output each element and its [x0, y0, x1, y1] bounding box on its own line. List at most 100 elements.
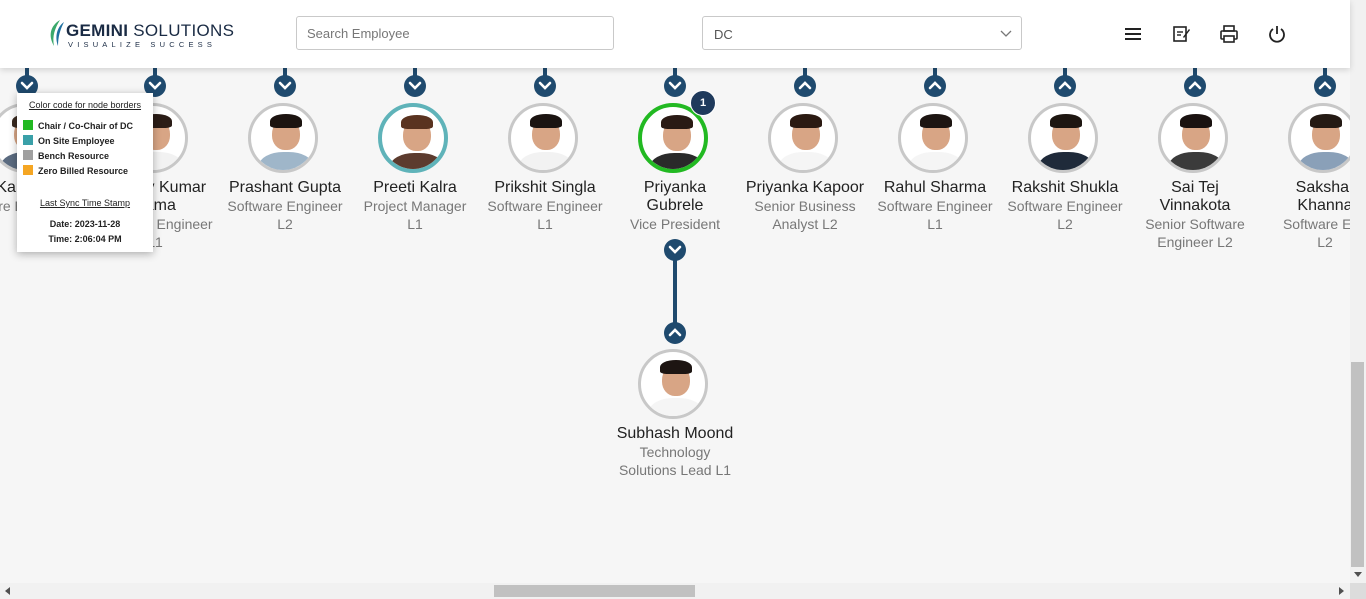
department-select-value: DC: [714, 27, 733, 42]
vertical-scrollbar-thumb[interactable]: [1351, 362, 1364, 567]
avatar-hair: [920, 114, 952, 128]
expand-toggle[interactable]: [534, 75, 556, 97]
employee-title: Engineer L2: [1157, 234, 1233, 250]
employee-avatar[interactable]: [768, 103, 838, 173]
employee-name: Vinnakota: [1159, 197, 1231, 214]
chevron-down-icon: [668, 245, 682, 254]
legend-swatch: [23, 150, 33, 160]
chevron-down-icon: [408, 81, 422, 90]
chevron-down-icon: [20, 81, 34, 90]
avatar-shirt: [1299, 152, 1353, 170]
avatar-hair: [270, 114, 302, 128]
collapse-toggle[interactable]: [664, 322, 686, 344]
expand-toggle[interactable]: [664, 239, 686, 261]
collapse-toggle[interactable]: [794, 75, 816, 97]
employee-title: Vice President: [629, 216, 720, 232]
employee-avatar[interactable]: [508, 103, 578, 173]
avatar-shirt: [1039, 152, 1093, 170]
employee-avatar[interactable]: [1028, 103, 1098, 173]
sync-time: Time: 2:06:04 PM: [48, 234, 122, 244]
chevron-up-icon: [668, 328, 682, 337]
legend-swatch: [23, 165, 33, 175]
employee-title: Software Engineer: [877, 198, 993, 214]
logo-name: GEMINI SOLUTIONS: [66, 21, 235, 40]
avatar-hair: [661, 115, 693, 129]
employee-title: Analyst L2: [772, 216, 838, 232]
search-employee-input[interactable]: [296, 16, 614, 50]
employee-name: Subhash Moond: [616, 425, 734, 442]
avatar-shirt: [779, 152, 833, 170]
employee-name: Gubrele: [646, 197, 704, 214]
collapse-toggle[interactable]: [1314, 75, 1336, 97]
employee-title: Senior Software: [1145, 216, 1245, 232]
collapse-toggle[interactable]: [924, 75, 946, 97]
org-chart-page: n Kankarwalvare EngineerPranav KumarSama…: [0, 0, 1366, 599]
department-select[interactable]: DC: [702, 16, 1022, 50]
employee-title: L1: [927, 216, 943, 232]
collapse-toggle[interactable]: [1184, 75, 1206, 97]
scroll-left-arrow-icon[interactable]: [4, 587, 12, 595]
employee-avatar[interactable]: [248, 103, 318, 173]
chevron-up-icon: [798, 81, 812, 90]
employee-title: Solutions Lead L1: [618, 462, 732, 478]
employee-title: Software Engineer: [227, 198, 343, 214]
employee-title: Technology: [639, 444, 711, 460]
collapse-toggle[interactable]: [1054, 75, 1076, 97]
chevron-up-icon: [1188, 81, 1202, 90]
employee-title: Project Manager: [363, 198, 467, 214]
employee-title: L1: [407, 216, 423, 232]
employee-title: L1: [537, 216, 553, 232]
employee-avatar[interactable]: [378, 103, 448, 173]
expand-toggle[interactable]: [404, 75, 426, 97]
legend-item-bench: Bench Resource: [23, 150, 109, 161]
avatar-hair: [530, 114, 562, 128]
legend-swatch: [23, 135, 33, 145]
employee-avatar[interactable]: [1288, 103, 1358, 173]
employee-title: Senior Business: [754, 198, 856, 214]
legend-title: Color code for node borders: [28, 100, 142, 110]
chevron-down-icon: [668, 81, 682, 90]
sync-date: Date: 2023-11-28: [49, 219, 121, 229]
expand-toggle[interactable]: [664, 75, 686, 97]
menu-icon[interactable]: [1123, 24, 1143, 44]
edit-note-icon[interactable]: [1171, 24, 1191, 44]
chevron-up-icon: [1318, 81, 1332, 90]
scroll-down-arrow-icon[interactable]: [1354, 570, 1362, 578]
chevron-down-icon: [538, 81, 552, 90]
employee-name: Prikshit Singla: [494, 179, 596, 196]
color-legend: Color code for node borders Chair / Co-C…: [17, 93, 153, 252]
employee-name: Prashant Gupta: [228, 179, 342, 196]
avatar-shirt: [259, 152, 313, 170]
employee-name: Priyanka: [643, 179, 707, 196]
horizontal-scrollbar-thumb[interactable]: [494, 585, 695, 597]
sync-title: Last Sync Time Stamp: [39, 198, 131, 208]
app-header: GEMINI SOLUTIONS VISUALIZE SUCCESS DC: [0, 0, 1350, 68]
chevron-down-icon: [148, 81, 162, 90]
chevron-up-icon: [928, 81, 942, 90]
power-icon[interactable]: [1267, 24, 1287, 44]
employee-avatar[interactable]: [898, 103, 968, 173]
avatar-shirt: [519, 152, 573, 170]
leaf-logo-icon: [50, 20, 64, 46]
scroll-right-arrow-icon[interactable]: [1337, 587, 1345, 595]
employee-name: Rakshit Shukla: [1011, 179, 1119, 196]
scrollbar-corner: [1350, 583, 1366, 599]
legend-item-zero-billed: Zero Billed Resource: [23, 165, 128, 176]
avatar-hair: [401, 115, 433, 129]
avatar-hair: [1050, 114, 1082, 128]
employee-name: Rahul Sharma: [883, 179, 987, 196]
company-logo[interactable]: GEMINI SOLUTIONS VISUALIZE SUCCESS: [46, 18, 234, 52]
print-icon[interactable]: [1219, 24, 1239, 44]
employee-title: L2: [1057, 216, 1073, 232]
legend-item-onsite: On Site Employee: [23, 135, 115, 146]
avatar-hair: [1310, 114, 1342, 128]
employee-avatar[interactable]: [638, 349, 708, 419]
expand-toggle[interactable]: [274, 75, 296, 97]
avatar-hair: [660, 360, 692, 374]
reports-count-badge: 1: [690, 90, 716, 116]
avatar-shirt: [1169, 152, 1223, 170]
employee-avatar[interactable]: [1158, 103, 1228, 173]
legend-swatch: [23, 120, 33, 130]
employee-title: Software Engineer: [1007, 198, 1123, 214]
employee-title: Software Engineer: [487, 198, 603, 214]
